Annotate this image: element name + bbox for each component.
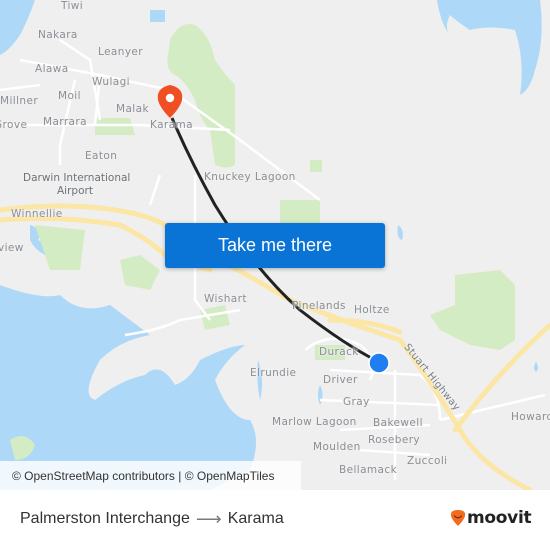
arrow-right-icon: ⟶ [195,509,222,529]
place-label-knuckey-lagoon: Knuckey Lagoon [204,171,296,183]
place-label-grove: Grove [0,119,28,131]
place-label-holtze: Holtze [354,304,390,316]
map[interactable]: Tiwi Nakara Leanyer Alawa Wulagi Millner… [0,0,550,490]
place-label-moil: Moil [58,90,81,102]
place-label-rosebery: Rosebery [368,434,421,446]
place-label-tiwi: Tiwi [61,0,84,12]
place-label-gray: Gray [343,396,370,408]
place-label-elrundie: Elrundie [250,367,297,379]
map-attribution[interactable]: © OpenStreetMap contributors | © OpenMap… [0,461,301,490]
moovit-logo-text: moovit [467,508,532,528]
place-label-durack: Durack [319,346,359,358]
place-label-bellamack: Bellamack [339,464,398,476]
destination-label: Karama [227,510,284,527]
place-label-eaton: Eaton [85,150,118,162]
origin-dot-icon [368,352,390,374]
take-me-there-button[interactable]: Take me there [165,223,385,268]
place-label-airport-line2: Airport [57,185,93,197]
place-label-nakara: Nakara [38,29,78,41]
place-label-leanyer: Leanyer [98,46,144,58]
place-label-bakewell: Bakewell [373,417,423,429]
place-label-karama: Karama [150,119,193,131]
place-label-driver: Driver [323,374,358,386]
place-label-wishart: Wishart [204,293,247,305]
place-label-marlow-lagoon: Marlow Lagoon [272,416,357,428]
route-summary: Palmerston Interchange ⟶ Karama [20,510,284,528]
place-label-moulden: Moulden [313,441,361,453]
place-label-malak: Malak [116,103,149,115]
place-label-howard: Howard [511,411,550,423]
place-label-airport-line1: Darwin International [23,172,131,184]
origin-label: Palmerston Interchange [20,510,190,527]
moovit-logo[interactable]: moovit [450,508,532,528]
place-label-marrara: Marrara [43,116,87,128]
place-label-winnellie: Winnellie [11,208,63,220]
place-label-zuccoli: Zuccoli [407,455,448,467]
place-label-millner: Millner [0,95,39,107]
place-label-pinelands: Pinelands [292,300,346,312]
place-label-view: view [0,242,24,254]
place-label-wulagi: Wulagi [92,76,130,88]
moovit-pin-icon [450,510,466,526]
destination-pin-icon [157,85,183,118]
place-label-alawa: Alawa [35,63,69,75]
